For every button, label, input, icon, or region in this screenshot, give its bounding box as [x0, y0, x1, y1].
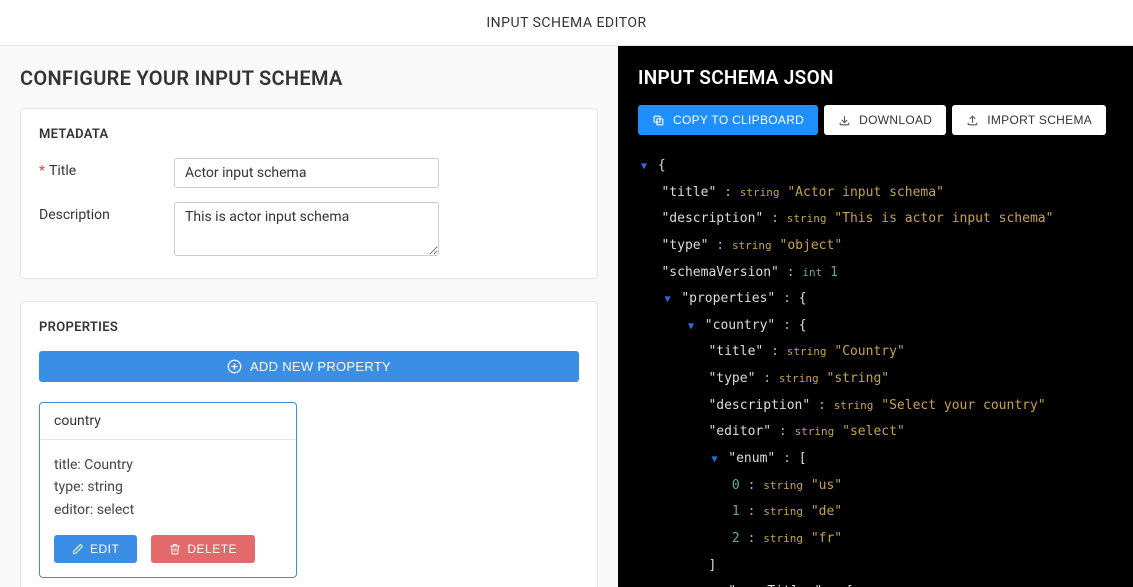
- title-input[interactable]: [174, 158, 439, 188]
- copy-icon: [652, 114, 665, 127]
- app-title: INPUT SCHEMA EDITOR: [486, 15, 646, 31]
- delete-property-button[interactable]: DELETE: [151, 535, 255, 563]
- left-panel: CONFIGURE YOUR INPUT SCHEMA METADATA *Ti…: [0, 46, 618, 587]
- upload-icon: [966, 114, 979, 127]
- property-detail: type: string: [54, 476, 282, 498]
- trash-icon: [169, 543, 181, 555]
- download-icon: [838, 114, 851, 127]
- app-header: INPUT SCHEMA EDITOR: [0, 0, 1133, 46]
- json-tree[interactable]: ▼ { "title" : string "Actor input schema…: [638, 153, 1113, 587]
- metadata-card: METADATA *Title Description This is acto…: [20, 108, 598, 279]
- metadata-label: METADATA: [39, 127, 579, 142]
- property-name: country: [40, 403, 296, 440]
- description-textarea[interactable]: This is actor input schema: [174, 202, 439, 256]
- copy-to-clipboard-button[interactable]: COPY TO CLIPBOARD: [638, 105, 818, 135]
- property-detail: title: Country: [54, 454, 282, 476]
- json-heading: INPUT SCHEMA JSON: [638, 66, 1113, 89]
- property-detail: editor: select: [54, 499, 282, 521]
- import-schema-button[interactable]: IMPORT SCHEMA: [952, 105, 1106, 135]
- edit-property-button[interactable]: EDIT: [54, 535, 137, 563]
- description-label: Description: [39, 202, 174, 223]
- title-label: *Title: [39, 158, 174, 179]
- properties-label: PROPERTIES: [39, 320, 579, 335]
- pencil-icon: [72, 543, 84, 555]
- properties-card: PROPERTIES ADD NEW PROPERTY country titl…: [20, 301, 598, 587]
- property-item-country[interactable]: country title: Country type: string edit…: [39, 402, 297, 578]
- json-panel: INPUT SCHEMA JSON COPY TO CLIPBOARD DOWN…: [618, 46, 1133, 587]
- download-button[interactable]: DOWNLOAD: [824, 105, 946, 135]
- add-new-property-button[interactable]: ADD NEW PROPERTY: [39, 351, 579, 382]
- plus-circle-icon: [227, 359, 242, 374]
- configure-heading: CONFIGURE YOUR INPUT SCHEMA: [20, 66, 598, 90]
